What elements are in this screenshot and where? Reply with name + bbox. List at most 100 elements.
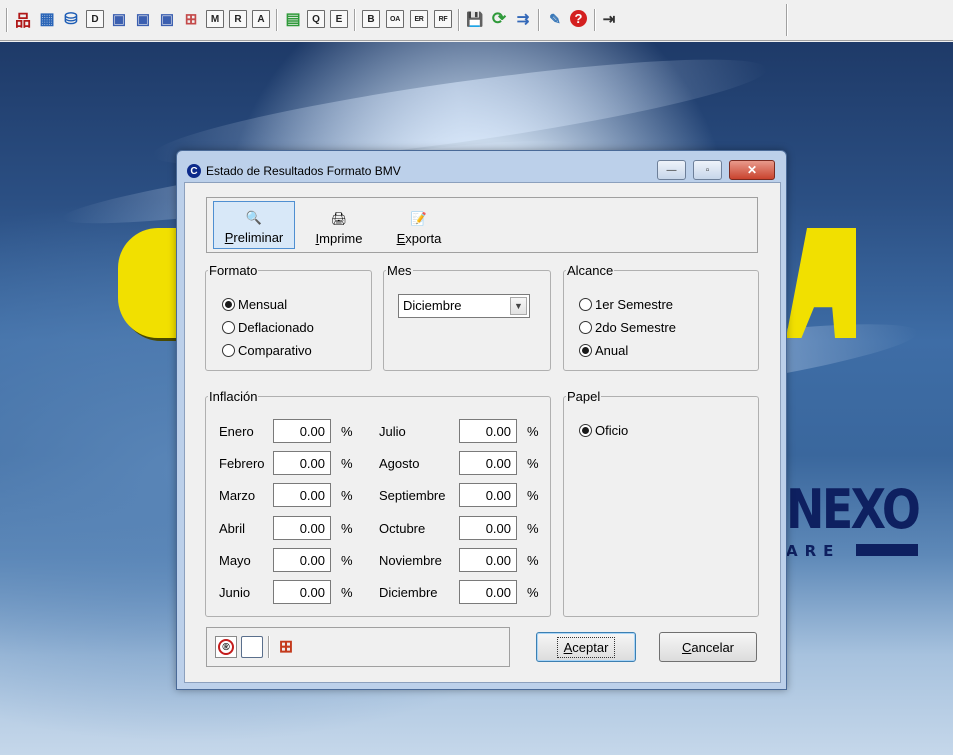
alcance-option-anual[interactable]: Anual [579, 343, 628, 358]
background-brand-bar [856, 544, 918, 556]
aceptar-focus-frame: Aceptar [556, 636, 616, 658]
exit-icon[interactable]: ⇥ [600, 10, 618, 28]
a-icon[interactable]: A [252, 10, 270, 28]
monitor-m-icon[interactable]: ▣ [110, 10, 128, 28]
tools-icon[interactable]: ✎ [546, 10, 564, 28]
percent-label: % [341, 424, 353, 439]
exporta-button[interactable]: 📝 Exporta [383, 201, 455, 249]
table-icon[interactable]: ▦ [38, 10, 56, 28]
inflacion-noviembre-input[interactable]: 0.00 [459, 548, 517, 572]
percent-label: % [341, 488, 353, 503]
papel-option-oficio[interactable]: Oficio [579, 423, 628, 438]
papel-legend: Papel [567, 389, 601, 404]
radio-selected-icon [222, 298, 235, 311]
inflacion-agosto-input[interactable]: 0.00 [459, 451, 517, 475]
inflacion-febrero-input[interactable]: 0.00 [273, 451, 331, 475]
percent-label: % [341, 585, 353, 600]
help-icon[interactable]: ? [570, 10, 587, 27]
refresh-icon[interactable]: ⟳ [490, 9, 508, 28]
formato-option-mensual[interactable]: Mensual [222, 297, 287, 312]
alcance-option-1er-semestre[interactable]: 1er Semestre [579, 297, 673, 312]
dialog-title: Estado de Resultados Formato BMV [206, 164, 401, 178]
radio-selected-icon [579, 344, 592, 357]
inflacion-marzo-input[interactable]: 0.00 [273, 483, 331, 507]
bottom-bar-separator [268, 636, 270, 658]
preliminar-label: reliminar [233, 230, 284, 245]
radio-icon [579, 298, 592, 311]
formato-option-comparativo[interactable]: Comparativo [222, 343, 312, 358]
aceptar-label: ceptar [572, 639, 609, 655]
toolbar-separator [458, 9, 460, 31]
export-icon: 📝 [410, 211, 428, 226]
mes-select[interactable]: Diciembre ▼ [398, 294, 530, 318]
e-icon[interactable]: E [330, 10, 348, 28]
inflacion-month-label: Julio [379, 424, 406, 439]
monitor-c-icon[interactable]: ▣ [158, 10, 176, 28]
m-icon[interactable]: M [206, 10, 224, 28]
formato-option-deflacionado[interactable]: Deflacionado [222, 320, 314, 335]
inflacion-month-label: Abril [219, 521, 246, 536]
monitor-q-icon[interactable]: ▣ [134, 10, 152, 28]
aceptar-button[interactable]: Aceptar [536, 632, 636, 662]
background-brand-subtext: ARE [786, 542, 841, 560]
exporta-mnemonic: E [396, 231, 406, 246]
inflacion-month-label: Diciembre [379, 585, 438, 600]
imprime-button[interactable]: 🖨 Imprime [303, 201, 375, 249]
alcance-legend: Alcance [567, 263, 614, 278]
alcance-option-label: 1er Semestre [595, 297, 674, 312]
inflacion-mayo-input[interactable]: 0.00 [273, 548, 331, 572]
toolbar-grip [6, 8, 8, 32]
inflacion-month-label: Octubre [379, 521, 426, 536]
inflacion-month-label: Agosto [379, 456, 420, 471]
radio-icon [579, 321, 592, 334]
r-icon[interactable]: R [229, 10, 247, 28]
oa-icon[interactable]: OA [386, 10, 404, 28]
close-button[interactable]: ✕ [729, 160, 775, 180]
inflacion-enero-input[interactable]: 0.00 [273, 419, 331, 443]
inflacion-octubre-input[interactable]: 0.00 [459, 516, 517, 540]
percent-label: % [341, 521, 353, 536]
percent-label: % [527, 456, 539, 471]
structure-icon[interactable]: 品 [14, 10, 32, 30]
main-toolbar: 品 ▦ ⛁ D ▣ ▣ ▣ ⊞ M R A ▤ Q E B OA ER RF 💾… [0, 0, 953, 41]
mes-select-value: Diciembre [403, 298, 462, 313]
preliminar-button[interactable]: 🔍 Preliminar [213, 201, 295, 249]
inflacion-diciembre-input[interactable]: 0.00 [459, 580, 517, 604]
alcance-option-2do-semestre[interactable]: 2do Semestre [579, 320, 676, 335]
percent-label: % [341, 553, 353, 568]
estado-resultados-dialog: C Estado de Resultados Formato BMV — ▫ ✕… [176, 150, 787, 690]
maximize-button[interactable]: ▫ [693, 160, 722, 180]
chevron-down-icon[interactable]: ▼ [510, 297, 527, 315]
papel-option-label: Oficio [595, 423, 629, 438]
formato-option-label: Mensual [238, 297, 288, 312]
cancelar-button[interactable]: Cancelar [659, 632, 757, 662]
d-icon[interactable]: D [86, 10, 104, 28]
q-icon[interactable]: Q [307, 10, 325, 28]
formato-option-label: Comparativo [238, 343, 312, 358]
import-icon[interactable]: ⇉ [514, 10, 532, 28]
database-icon[interactable]: ⛁ [62, 10, 80, 28]
inflacion-julio-input[interactable]: 0.00 [459, 419, 517, 443]
inflacion-junio-input[interactable]: 0.00 [273, 580, 331, 604]
er-icon[interactable]: ER [410, 10, 428, 28]
inflacion-abril-input[interactable]: 0.00 [273, 516, 331, 540]
registered-icon[interactable]: ® [215, 636, 237, 658]
inflacion-month-label: Enero [219, 424, 254, 439]
grid-icon[interactable]: ⊞ [182, 10, 200, 28]
b-icon[interactable]: B [362, 10, 380, 28]
minimize-button[interactable]: — [657, 160, 686, 180]
app-c-icon: C [187, 164, 201, 178]
inflacion-month-label: Junio [219, 585, 251, 600]
spreadsheet-icon[interactable]: ▤ [284, 10, 302, 28]
toolbar-end-separator [786, 4, 788, 36]
inflacion-legend: Inflación [209, 389, 258, 404]
dialog-titlebar[interactable]: C Estado de Resultados Formato BMV — ▫ ✕ [177, 151, 786, 181]
blank-page-icon[interactable] [241, 636, 263, 658]
inflacion-septiembre-input[interactable]: 0.00 [459, 483, 517, 507]
rf-icon[interactable]: RF [434, 10, 452, 28]
mes-legend: Mes [387, 263, 412, 278]
printer-icon: 🖨 [330, 211, 348, 226]
save-icon[interactable]: 💾 [466, 10, 484, 28]
background-brand-text: NEXO [786, 478, 921, 541]
add-table-icon[interactable]: ⊞ [275, 636, 297, 658]
